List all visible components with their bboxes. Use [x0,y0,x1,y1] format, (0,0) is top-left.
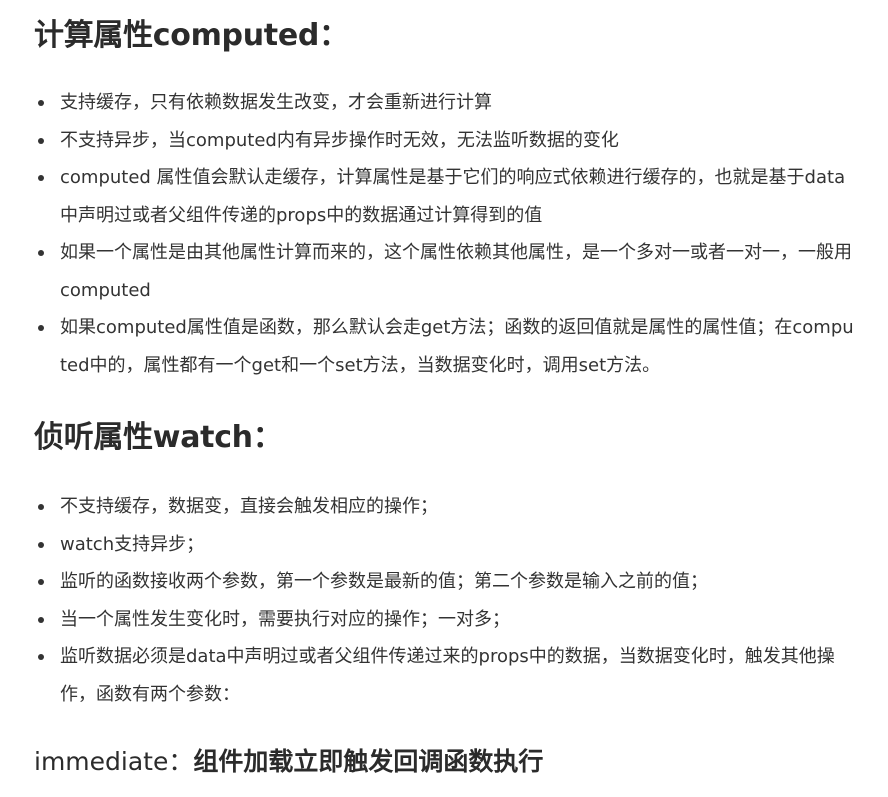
bullet-icon [38,616,44,623]
bullet-icon [38,504,44,510]
list-item-text: 监听数据必须是data中声明过或者父组件传递过来的props中的数据，当数据变化… [60,646,835,705]
heading-immediate-description: 组件加载立即触发回调函数执行 [193,747,544,776]
bullet-icon [38,541,44,548]
heading-immediate-term: immediate： [34,747,194,776]
watch-feature-list: 不支持缓存，数据变，直接会触发相应的操作； watch支持异步； 监听的函数接收… [0,488,888,713]
list-item-text: 监听的函数接收两个参数，第一个参数是最新的值；第二个参数是输入之前的值； [60,571,708,592]
list-item-text: 不支持缓存，数据变，直接会触发相应的操作； [60,496,438,517]
bullet-icon [38,137,44,144]
list-item-text: 不支持异步，当computed内有异步操作时无效，无法监听数据的变化 [60,129,619,151]
heading-computed: 计算属性computed： [34,18,349,53]
bullet-icon [38,325,44,331]
list-item: 不支持缓存，数据变，直接会触发相应的操作； [0,488,888,526]
list-item-text: computed 属性值会默认走缓存，计算属性是基于它们的响应式依赖进行缓存的，… [60,167,846,226]
list-item-text: 如果一个属性是由其他属性计算而来的，这个属性依赖其他属性，是一个多对一或者一对一… [60,242,852,301]
list-item: 不支持异步，当computed内有异步操作时无效，无法监听数据的变化 [0,122,888,160]
bullet-icon [38,654,44,660]
list-item: 监听数据必须是data中声明过或者父组件传递过来的props中的数据，当数据变化… [0,638,888,713]
article-content: 计算属性computed： 支持缓存，只有依赖数据发生改变，才会重新进行计算 不… [0,0,888,797]
list-item: 当一个属性发生变化时，需要执行对应的操作；一对多； [0,601,888,639]
list-item: 监听的函数接收两个参数，第一个参数是最新的值；第二个参数是输入之前的值； [0,563,888,601]
list-item: 支持缓存，只有依赖数据发生改变，才会重新进行计算 [0,84,888,122]
list-item-text: 如果computed属性值是函数，那么默认会走get方法；函数的返回值就是属性的… [60,317,854,376]
list-item-text: 当一个属性发生变化时，需要执行对应的操作；一对多； [60,608,510,630]
bullet-icon [38,175,44,181]
bullet-icon [38,250,44,256]
list-item: 如果computed属性值是函数，那么默认会走get方法；函数的返回值就是属性的… [0,309,888,384]
list-item: computed 属性值会默认走缓存，计算属性是基于它们的响应式依赖进行缓存的，… [0,159,888,234]
computed-feature-list: 支持缓存，只有依赖数据发生改变，才会重新进行计算 不支持异步，当computed… [0,84,888,384]
bullet-icon [38,579,44,585]
list-item: 如果一个属性是由其他属性计算而来的，这个属性依赖其他属性，是一个多对一或者一对一… [0,234,888,309]
list-item: watch支持异步； [0,526,888,564]
heading-watch: 侦听属性watch： [34,420,283,455]
bullet-icon [38,100,44,106]
list-item-text: watch支持异步； [60,533,205,555]
list-item-text: 支持缓存，只有依赖数据发生改变，才会重新进行计算 [60,92,492,113]
heading-immediate: immediate：组件加载立即触发回调函数执行 [34,745,543,779]
